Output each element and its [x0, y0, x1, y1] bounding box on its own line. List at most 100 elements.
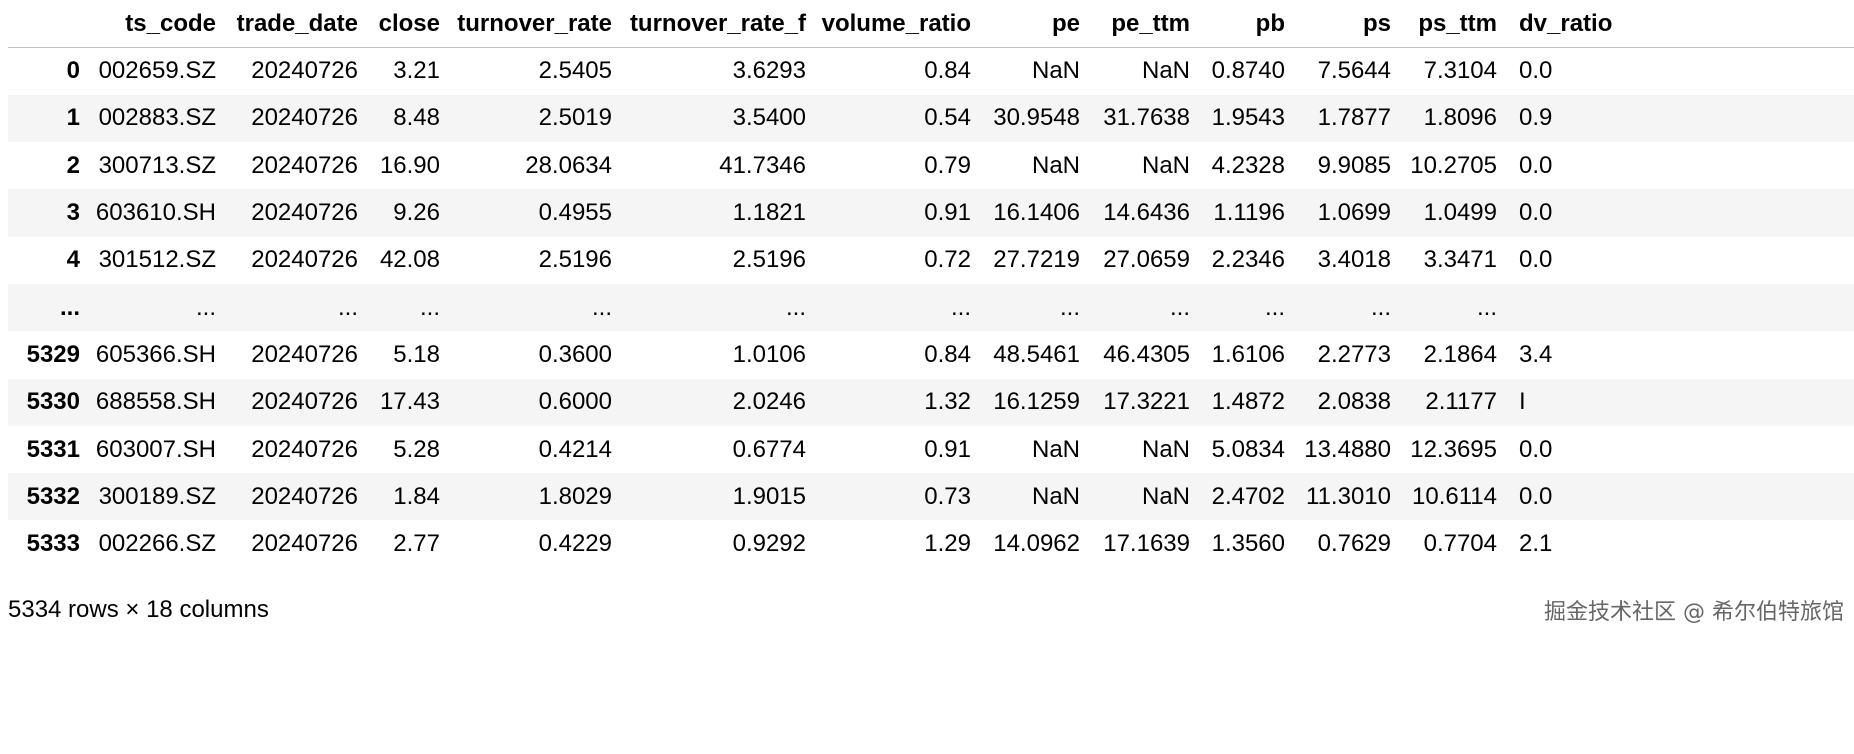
- table-cell: 20240726: [251, 246, 358, 274]
- table-cell: 20240726: [251, 57, 358, 85]
- table-cell: 7.5644: [1317, 57, 1391, 85]
- table-cell: 002883.SZ: [98, 104, 216, 132]
- table-cell: 27.0659: [1103, 246, 1190, 274]
- table-cell: 31.7638: [1103, 104, 1190, 132]
- table-cell: 3.3471: [1423, 246, 1497, 274]
- table-cell: NaN: [1141, 435, 1190, 463]
- table-cell: 1.7877: [1317, 104, 1391, 132]
- table-cell: ...: [1169, 293, 1190, 321]
- table-cell: 20240726: [251, 482, 358, 510]
- table-cell: 2.5196: [538, 246, 612, 274]
- table-cell: 1.32: [924, 388, 971, 416]
- table-cell: 27.7219: [993, 246, 1080, 274]
- table-cell: 10.2705: [1410, 151, 1497, 179]
- column-header: turnover_rate_f: [612, 0, 806, 48]
- table-cell: 2.1864: [1423, 340, 1497, 368]
- column-header: turnover_rate: [440, 0, 612, 48]
- table-cell: 2.4702: [1211, 482, 1285, 510]
- table-cell: 0.73: [924, 482, 971, 510]
- table-cell: 1.1821: [732, 199, 806, 227]
- table-cell: 2.1: [1519, 530, 1553, 558]
- table-cell: 688558.SH: [95, 388, 216, 416]
- table-cell: 0.0: [1519, 482, 1553, 510]
- table-cell: 0.7629: [1317, 530, 1391, 558]
- table-cell: 2.0246: [732, 388, 806, 416]
- table-cell: 16.1406: [993, 199, 1080, 227]
- table-cell: 605366.SH: [95, 340, 216, 368]
- row-index: 1: [66, 104, 80, 132]
- dataframe-output: ts_code trade_date close turnover_rate t…: [8, 0, 1854, 754]
- table-cell: 1.29: [924, 530, 971, 558]
- table-cell: 3.5400: [732, 104, 806, 132]
- table-cell: 0.72: [924, 246, 971, 274]
- table-cell: 0.0: [1519, 151, 1553, 179]
- row-index: 5332: [26, 482, 80, 510]
- table-cell: 2.1177: [1425, 388, 1497, 416]
- table-cell: 0.91: [924, 435, 971, 463]
- table-cell: 0.79: [924, 151, 971, 179]
- dataframe-table: ts_code trade_date close turnover_rate t…: [8, 0, 1854, 568]
- table-cell: 20240726: [251, 199, 358, 227]
- index-header: [8, 0, 80, 48]
- table-cell: 1.8029: [538, 482, 612, 510]
- table-cell: 0.84: [924, 340, 971, 368]
- table-cell: 0.6000: [538, 388, 612, 416]
- table-cell: 2.0838: [1317, 388, 1391, 416]
- table-cell: 46.4305: [1103, 340, 1190, 368]
- table-cell: 1.9015: [732, 482, 806, 510]
- table-cell: 1.0699: [1317, 199, 1391, 227]
- table-cell: ...: [591, 293, 612, 321]
- table-cell: ...: [785, 293, 806, 321]
- column-header: ps: [1285, 0, 1391, 48]
- table-cell: 1.8096: [1423, 104, 1497, 132]
- table-cell: 14.6436: [1103, 199, 1190, 227]
- column-header: pe: [971, 0, 1080, 48]
- table-cell: 7.3104: [1423, 57, 1497, 85]
- table-cell: 1.0106: [732, 340, 806, 368]
- table-cell: 0.84: [924, 57, 971, 85]
- table-cell: 0.3600: [538, 340, 612, 368]
- table-cell: 20240726: [251, 340, 358, 368]
- header-row: ts_code trade_date close turnover_rate t…: [8, 0, 1854, 48]
- table-cell: 300189.SZ: [98, 482, 216, 510]
- table-cell: NaN: [1031, 482, 1080, 510]
- table-cell: 0.91: [924, 199, 971, 227]
- table-cell: 3.4018: [1317, 246, 1391, 274]
- column-header: volume_ratio: [806, 0, 971, 48]
- table-cell: ...: [419, 293, 440, 321]
- table-row: 3 603610.SH 20240726 9.26 0.4955 1.1821 0.91 16…: [8, 189, 1854, 237]
- table-cell: 2.2773: [1317, 340, 1391, 368]
- table-cell: 42.08: [379, 246, 440, 274]
- table-cell: 0.6774: [732, 435, 806, 463]
- column-header: trade_date: [216, 0, 358, 48]
- table-cell: 11.3010: [1306, 482, 1391, 510]
- table-cell: NaN: [1031, 435, 1080, 463]
- table-cell: NaN: [1141, 57, 1190, 85]
- table-cell: 0.4229: [538, 530, 612, 558]
- table-cell: ...: [195, 293, 216, 321]
- column-header: ps_ttm: [1391, 0, 1497, 48]
- table-cell: 3.6293: [732, 57, 806, 85]
- table-cell: 002266.SZ: [98, 530, 216, 558]
- table-cell: 0.54: [924, 104, 971, 132]
- table-cell: 10.6114: [1412, 482, 1497, 510]
- table-cell: NaN: [1141, 151, 1190, 179]
- table-cell: 3.4: [1519, 340, 1553, 368]
- table-cell: NaN: [1031, 57, 1080, 85]
- table-cell: ...: [1476, 293, 1497, 321]
- table-cell: 9.26: [393, 199, 440, 227]
- table-row: 4 301512.SZ 20240726 42.08 2.5196 2.5196 0.72 2…: [8, 236, 1854, 284]
- table-cell: 0.9: [1519, 104, 1553, 132]
- table-cell: 603610.SH: [95, 199, 216, 227]
- table-cell: 002659.SZ: [98, 57, 216, 85]
- table-cell: 0.0: [1519, 57, 1553, 85]
- table-cell: 5.0834: [1211, 435, 1285, 463]
- row-index: 2: [66, 151, 80, 179]
- table-cell: 2.77: [393, 530, 440, 558]
- column-header: close: [358, 0, 440, 48]
- table-cell: 2.5019: [538, 104, 612, 132]
- table-cell: 1.9543: [1211, 104, 1285, 132]
- dataframe-shape: 5334 rows × 18 columns: [8, 596, 269, 623]
- column-header: ts_code: [80, 0, 216, 48]
- table-row: 5330 688558.SH 20240726 17.43 0.6000 2.0246 1.…: [8, 378, 1854, 426]
